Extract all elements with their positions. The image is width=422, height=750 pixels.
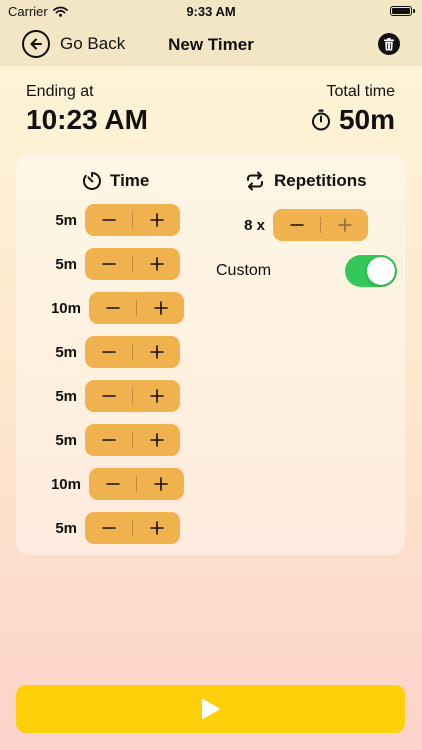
time-increment-button[interactable] bbox=[137, 292, 184, 324]
time-decrement-button[interactable] bbox=[89, 468, 136, 500]
time-duration-label: 5m bbox=[55, 211, 77, 229]
repetitions-header: Repetitions bbox=[244, 171, 367, 191]
plus-icon bbox=[153, 301, 168, 315]
timer-icon bbox=[83, 172, 101, 190]
time-row: 5m bbox=[43, 512, 180, 544]
plus-icon bbox=[149, 389, 164, 403]
time-increment-button[interactable] bbox=[133, 248, 180, 280]
time-increment-button[interactable] bbox=[133, 380, 180, 412]
time-stepper[interactable] bbox=[85, 424, 180, 456]
time-increment-button[interactable] bbox=[137, 468, 184, 500]
time-stepper[interactable] bbox=[85, 204, 180, 236]
time-duration-label: 5m bbox=[55, 519, 77, 537]
time-row: 10m bbox=[47, 468, 184, 500]
time-duration-label: 5m bbox=[55, 387, 77, 405]
plus-icon bbox=[153, 477, 168, 491]
time-duration-label: 5m bbox=[55, 431, 77, 449]
plus-icon bbox=[149, 345, 164, 359]
stopwatch-icon bbox=[311, 109, 330, 131]
time-stepper[interactable] bbox=[89, 292, 184, 324]
time-decrement-button[interactable] bbox=[85, 336, 132, 368]
time-duration-label: 10m bbox=[50, 299, 81, 317]
time-stepper[interactable] bbox=[85, 380, 180, 412]
time-stepper[interactable] bbox=[85, 248, 180, 280]
toggle-knob bbox=[367, 257, 395, 285]
repetitions-row: 8 x bbox=[231, 209, 368, 241]
ending-at-label: Ending at bbox=[26, 83, 94, 100]
time-duration-label: 10m bbox=[50, 475, 81, 493]
time-stepper[interactable] bbox=[85, 512, 180, 544]
delete-button[interactable] bbox=[378, 33, 400, 55]
repeat-icon bbox=[247, 171, 263, 191]
custom-label: Custom bbox=[216, 262, 272, 279]
custom-toggle[interactable] bbox=[345, 255, 397, 287]
battery-icon bbox=[390, 6, 415, 16]
time-header: Time bbox=[82, 171, 149, 191]
time-row: 5m bbox=[43, 204, 180, 236]
time-row: 5m bbox=[43, 424, 180, 456]
minus-icon bbox=[105, 483, 120, 485]
plus-icon bbox=[149, 521, 164, 535]
plus-icon bbox=[337, 218, 352, 232]
total-time-label: Total time bbox=[326, 83, 395, 100]
minus-icon bbox=[101, 439, 116, 441]
time-decrement-button[interactable] bbox=[85, 248, 132, 280]
start-button[interactable] bbox=[16, 685, 405, 733]
time-decrement-button[interactable] bbox=[89, 292, 136, 324]
status-time: 9:33 AM bbox=[186, 4, 236, 19]
back-button[interactable]: Go Back bbox=[22, 30, 125, 58]
time-increment-button[interactable] bbox=[133, 336, 180, 368]
back-label: Go Back bbox=[60, 34, 126, 53]
time-duration-label: 5m bbox=[55, 343, 77, 361]
navigation-bar: Go Back New Timer bbox=[0, 24, 422, 66]
minus-icon bbox=[105, 307, 120, 309]
plus-icon bbox=[149, 257, 164, 271]
repetitions-stepper[interactable] bbox=[273, 209, 368, 241]
minus-icon bbox=[101, 263, 116, 265]
time-decrement-button[interactable] bbox=[85, 424, 132, 456]
time-duration-label: 5m bbox=[55, 255, 77, 273]
plus-icon bbox=[149, 213, 164, 227]
time-stepper[interactable] bbox=[89, 468, 184, 500]
ending-at-value: 10:23 AM bbox=[26, 104, 148, 135]
plus-icon bbox=[149, 433, 164, 447]
repetitions-increment-button[interactable] bbox=[321, 209, 368, 241]
time-header-label: Time bbox=[110, 171, 150, 190]
arrow-left-circle-icon bbox=[22, 30, 50, 58]
repetitions-header-label: Repetitions bbox=[274, 171, 367, 190]
time-row: 10m bbox=[47, 292, 184, 324]
time-row: 5m bbox=[43, 380, 180, 412]
total-time: 50m bbox=[311, 104, 395, 136]
repetitions-count: 8 x bbox=[244, 216, 265, 234]
total-time-value: 50m bbox=[338, 104, 395, 135]
minus-icon bbox=[289, 224, 304, 226]
time-row: 5m bbox=[43, 248, 180, 280]
trash-icon bbox=[384, 37, 394, 50]
time-decrement-button[interactable] bbox=[85, 380, 132, 412]
time-increment-button[interactable] bbox=[133, 424, 180, 456]
time-decrement-button[interactable] bbox=[85, 204, 132, 236]
time-increment-button[interactable] bbox=[133, 512, 180, 544]
minus-icon bbox=[101, 395, 116, 397]
minus-icon bbox=[101, 527, 116, 529]
status-bar: Carrier 9:33 AM bbox=[0, 0, 422, 24]
repetitions-decrement-button[interactable] bbox=[273, 209, 320, 241]
play-icon bbox=[201, 698, 220, 720]
minus-icon bbox=[101, 219, 116, 221]
time-increment-button[interactable] bbox=[133, 204, 180, 236]
time-decrement-button[interactable] bbox=[85, 512, 132, 544]
time-stepper[interactable] bbox=[85, 336, 180, 368]
time-row: 5m bbox=[43, 336, 180, 368]
minus-icon bbox=[101, 351, 116, 353]
